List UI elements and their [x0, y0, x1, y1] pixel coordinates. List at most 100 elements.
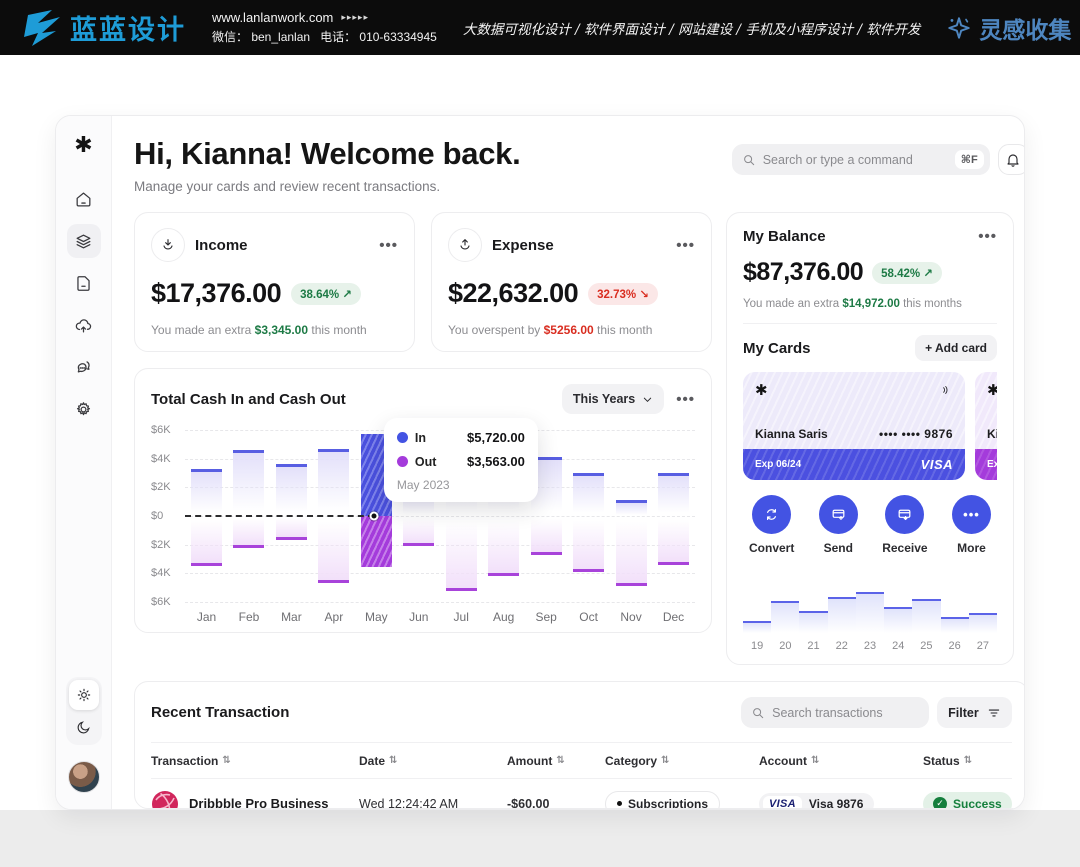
sidebar-item-cloud[interactable]	[67, 308, 101, 342]
chart-zero-line	[185, 515, 374, 517]
credit-card-2[interactable]: ✱ Kianna Exp 06/2	[975, 372, 997, 480]
sidebar-item-documents[interactable]	[67, 266, 101, 300]
income-caption: You made an extra $3,345.00 this month	[151, 323, 398, 337]
page-subtitle: Manage your cards and review recent tran…	[134, 179, 520, 194]
x-tick: Oct	[573, 610, 604, 624]
column-status[interactable]: Status⇅	[923, 754, 1012, 768]
mini-chart-x-axis: 192021222324252627	[743, 640, 997, 652]
card-expiry: Exp 06/24	[755, 459, 801, 470]
expense-menu-button[interactable]: •••	[676, 237, 695, 254]
bar-column-oct[interactable]	[573, 430, 604, 602]
x-tick: Sep	[531, 610, 562, 624]
tooltip-date: May 2023	[397, 478, 525, 492]
tooltip-out-dot	[397, 456, 408, 467]
balance-caption: You made an extra $14,972.00 this months	[743, 298, 997, 310]
cash-out-bar	[318, 516, 349, 583]
dark-mode-button[interactable]	[69, 712, 99, 742]
balance-badge: 58.42% ↗	[872, 262, 942, 284]
search-placeholder: Search or type a command	[763, 153, 948, 167]
sidebar-item-settings[interactable]	[67, 392, 101, 426]
bar-column-nov[interactable]	[616, 430, 647, 602]
more-button[interactable]: ••• More	[952, 495, 991, 555]
my-cards-title: My Cards	[743, 340, 811, 357]
main-content: Hi, Kianna! Welcome back. Manage your ca…	[112, 116, 1025, 809]
mini-bar-column	[828, 571, 856, 633]
card-brand-icon: ✱	[755, 381, 768, 399]
mini-x-tick: 26	[941, 640, 969, 652]
visa-logo: VISA	[763, 796, 802, 810]
y-tick: $6K	[151, 424, 171, 436]
filter-button[interactable]: Filter	[937, 697, 1012, 728]
receive-button[interactable]: Receive	[882, 495, 927, 555]
tooltip-out-value: $3,563.00	[467, 454, 525, 469]
contactless-icon	[939, 383, 953, 397]
column-amount[interactable]: Amount⇅	[507, 754, 605, 768]
x-tick: Feb	[233, 610, 264, 624]
chart-plot-area: In $5,720.00 Out $3,563.00 May 2023	[185, 430, 695, 602]
balance-mini-chart	[743, 571, 997, 633]
cash-out-bar	[616, 516, 647, 586]
sidebar-item-home[interactable]	[67, 182, 101, 216]
balance-title: My Balance	[743, 228, 978, 245]
cash-out-bar	[191, 516, 222, 566]
chart-range-select[interactable]: This Years	[562, 384, 664, 414]
sidebar-item-layers[interactable]	[67, 224, 101, 258]
sidebar-item-messages[interactable]	[67, 350, 101, 384]
more-icon: •••	[963, 507, 980, 522]
collection-logo: 灵感收集	[946, 11, 1071, 45]
receive-icon	[896, 506, 913, 523]
income-icon-circle	[151, 228, 185, 262]
cash-out-bar	[276, 516, 307, 540]
chart-y-axis: $6K$4K$2K$0$2K$4K$6K	[151, 430, 185, 602]
page-bottom-strip	[0, 810, 1080, 867]
expense-card: Expense ••• $22,632.00 32.73% ↘ You over…	[431, 212, 712, 352]
promo-banner: 蓝蓝设计 www.lanlanwork.com ▸▸▸▸▸ 微信： ben_la…	[0, 0, 1080, 55]
send-button[interactable]: Send	[819, 495, 858, 555]
column-date[interactable]: Date⇅	[359, 754, 507, 768]
credit-card-1[interactable]: ✱ Kianna Saris •••• •••• 9876 Exp 06/24 …	[743, 372, 965, 480]
dashboard-window: ✱	[55, 115, 1025, 810]
check-icon: ✓	[933, 797, 947, 810]
cash-out-bar	[446, 516, 477, 591]
bar-column-dec[interactable]	[658, 430, 689, 602]
global-search-input[interactable]: Search or type a command ⌘F	[732, 144, 990, 175]
mini-bar-column	[856, 571, 884, 633]
income-badge: 38.64% ↗	[291, 283, 361, 305]
banner-services: 大数据可视化设计 / 软件界面设计 / 网站建设 / 手机及小程序设计 / 软件…	[463, 18, 921, 38]
card-holder-name: Kianna	[987, 427, 997, 441]
table-row[interactable]: Dribbble Pro Business Wed 12:24:42 AM -$…	[151, 779, 1012, 809]
light-mode-button[interactable]	[69, 680, 99, 710]
column-account[interactable]: Account⇅	[759, 754, 923, 768]
cash-in-bar	[233, 450, 264, 516]
y-tick: $0	[151, 510, 163, 522]
messages-icon	[74, 358, 93, 377]
income-menu-button[interactable]: •••	[379, 237, 398, 254]
transaction-date: Wed 12:24:42 AM	[359, 797, 507, 810]
y-tick: $2K	[151, 481, 171, 493]
user-avatar[interactable]	[68, 761, 100, 793]
add-card-button[interactable]: + Add card	[915, 335, 997, 361]
cash-out-bar	[531, 516, 562, 555]
transaction-amount: -$60,00	[507, 797, 605, 810]
cash-out-bar	[361, 516, 392, 567]
chart-hover-marker	[369, 512, 378, 521]
convert-button[interactable]: Convert	[749, 495, 794, 555]
column-category[interactable]: Category⇅	[605, 754, 759, 768]
mini-bar-column	[884, 571, 912, 633]
search-icon	[742, 153, 756, 167]
notifications-button[interactable]	[998, 144, 1025, 175]
layers-icon	[74, 232, 93, 251]
balance-menu-button[interactable]: •••	[978, 228, 997, 245]
x-tick: Nov	[616, 610, 647, 624]
cards-carousel[interactable]: ✱ Kianna Saris •••• •••• 9876 Exp 06/24 …	[743, 372, 997, 480]
quick-actions: Convert Send Receive ••• More	[743, 495, 997, 555]
chart-menu-button[interactable]: •••	[676, 391, 695, 408]
y-tick: $4K	[151, 567, 171, 579]
x-tick: Jun	[403, 610, 434, 624]
document-icon	[74, 274, 93, 293]
column-transaction[interactable]: Transaction⇅	[151, 754, 359, 768]
card-expiry: Exp 06/2	[987, 459, 997, 470]
expense-upload-icon	[457, 237, 473, 253]
chevron-down-icon	[642, 394, 653, 405]
transactions-search-input[interactable]: Search transactions	[741, 697, 929, 728]
